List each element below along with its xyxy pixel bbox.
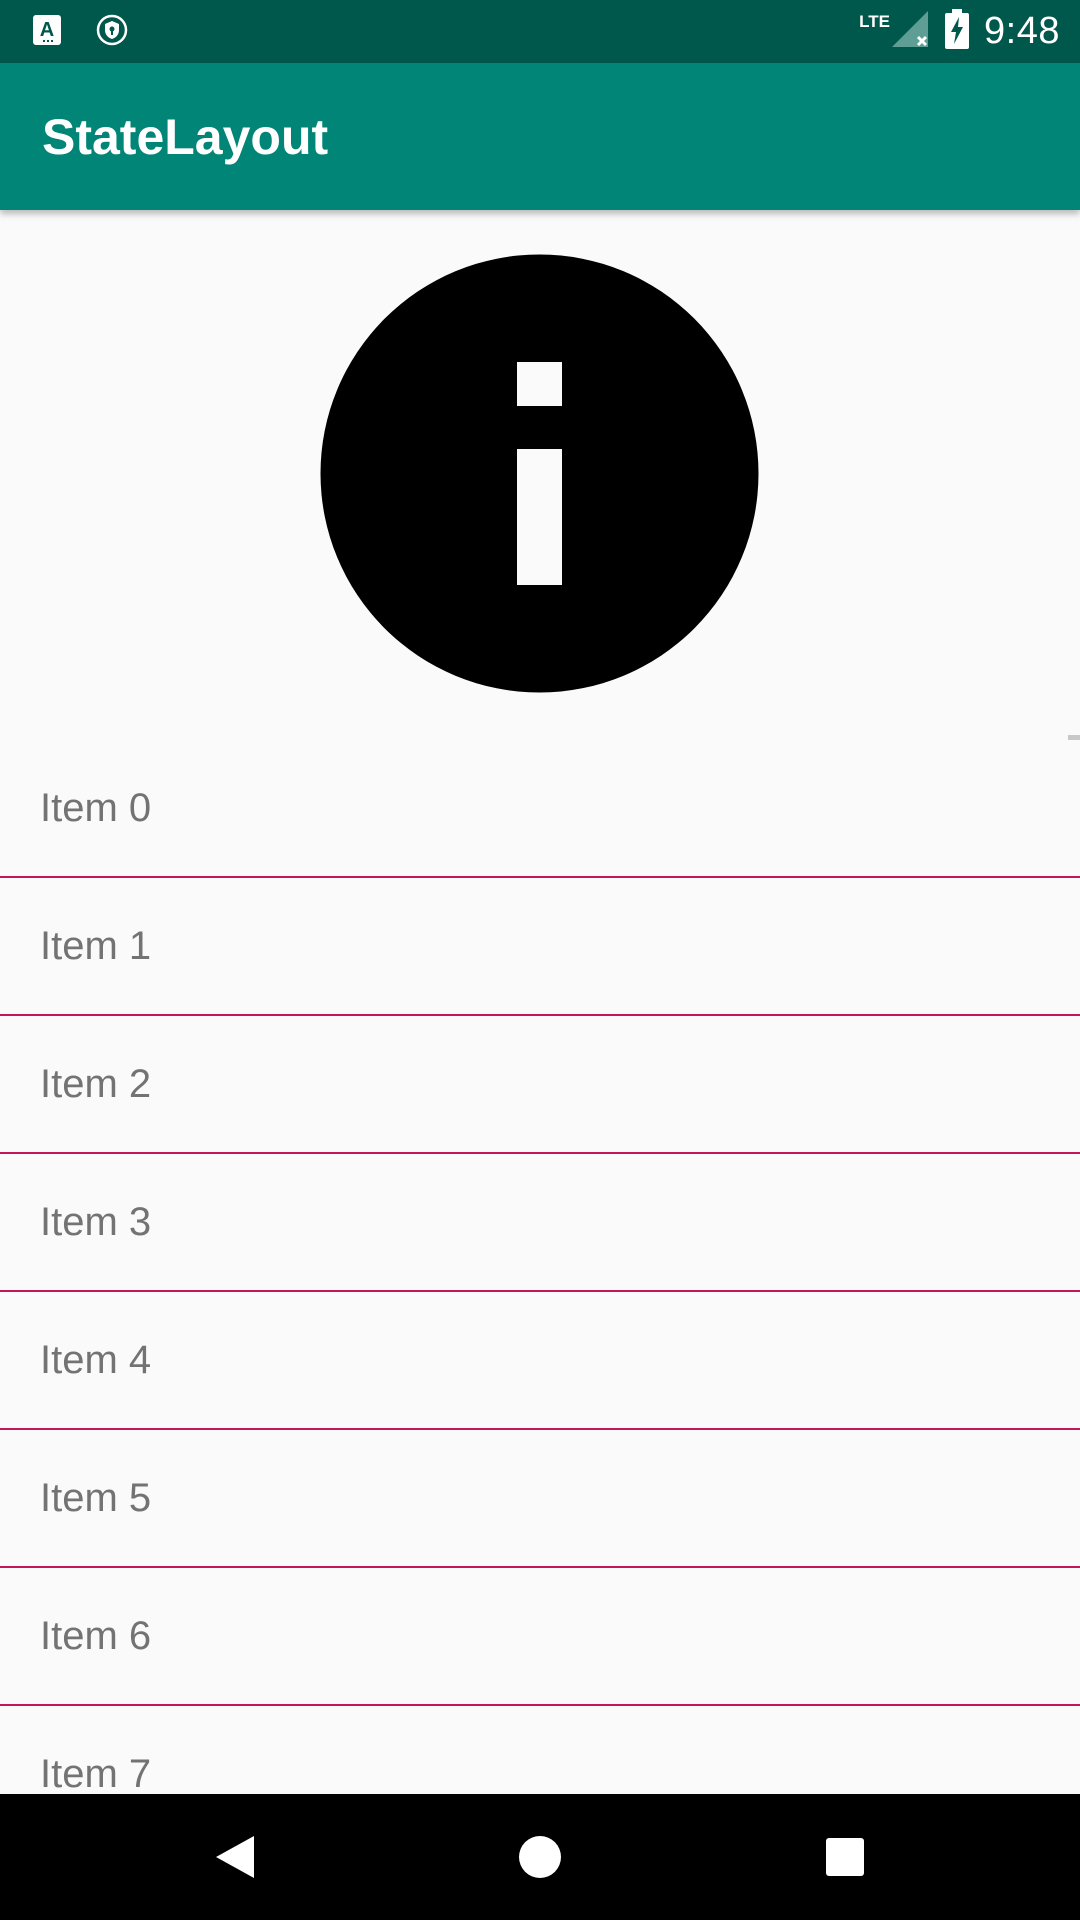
list-item[interactable]: Item 5 xyxy=(0,1430,1080,1568)
list-item[interactable]: Item 4 xyxy=(0,1292,1080,1430)
list-item-label: Item 2 xyxy=(40,1061,152,1106)
info-icon xyxy=(320,254,759,693)
item-list: Item 0 Item 1 Item 2 Item 3 Item 4 Item … xyxy=(0,740,1080,1794)
svg-text:A: A xyxy=(40,19,54,41)
app-bar: StateLayout xyxy=(0,63,1080,210)
home-icon[interactable] xyxy=(505,1794,575,1920)
list-item[interactable]: Item 1 xyxy=(0,878,1080,1016)
navigation-bar xyxy=(0,1794,1080,1920)
status-bar: A LTE 9:48 xyxy=(0,0,1080,63)
list-item-label: Item 7 xyxy=(40,1751,152,1795)
app-title: StateLayout xyxy=(42,109,329,165)
signal-no-data-icon xyxy=(890,9,930,54)
list-item-label: Item 0 xyxy=(40,785,152,830)
list-item-label: Item 3 xyxy=(40,1199,152,1244)
list-item[interactable]: Item 3 xyxy=(0,1154,1080,1292)
list-item-label: Item 5 xyxy=(40,1475,152,1520)
recents-icon[interactable] xyxy=(810,1794,880,1920)
list-item-label: Item 6 xyxy=(40,1613,152,1658)
list-item[interactable]: Item 0 xyxy=(0,740,1080,878)
network-type-label: LTE xyxy=(859,11,891,31)
vpn-shield-icon xyxy=(96,14,128,51)
list-item[interactable]: Item 6 xyxy=(0,1568,1080,1706)
status-clock: 9:48 xyxy=(984,10,1060,52)
state-view xyxy=(0,210,1080,740)
list-item[interactable]: Item 7 xyxy=(0,1706,1080,1794)
keyboard-a-icon: A xyxy=(32,14,62,51)
back-icon[interactable] xyxy=(200,1794,270,1920)
list-item-label: Item 1 xyxy=(40,923,152,968)
list-item-label: Item 4 xyxy=(40,1337,152,1382)
state-layout-content: Item 0 Item 1 Item 2 Item 3 Item 4 Item … xyxy=(0,210,1080,1794)
list-item[interactable]: Item 2 xyxy=(0,1016,1080,1154)
battery-charging-icon xyxy=(944,9,970,54)
